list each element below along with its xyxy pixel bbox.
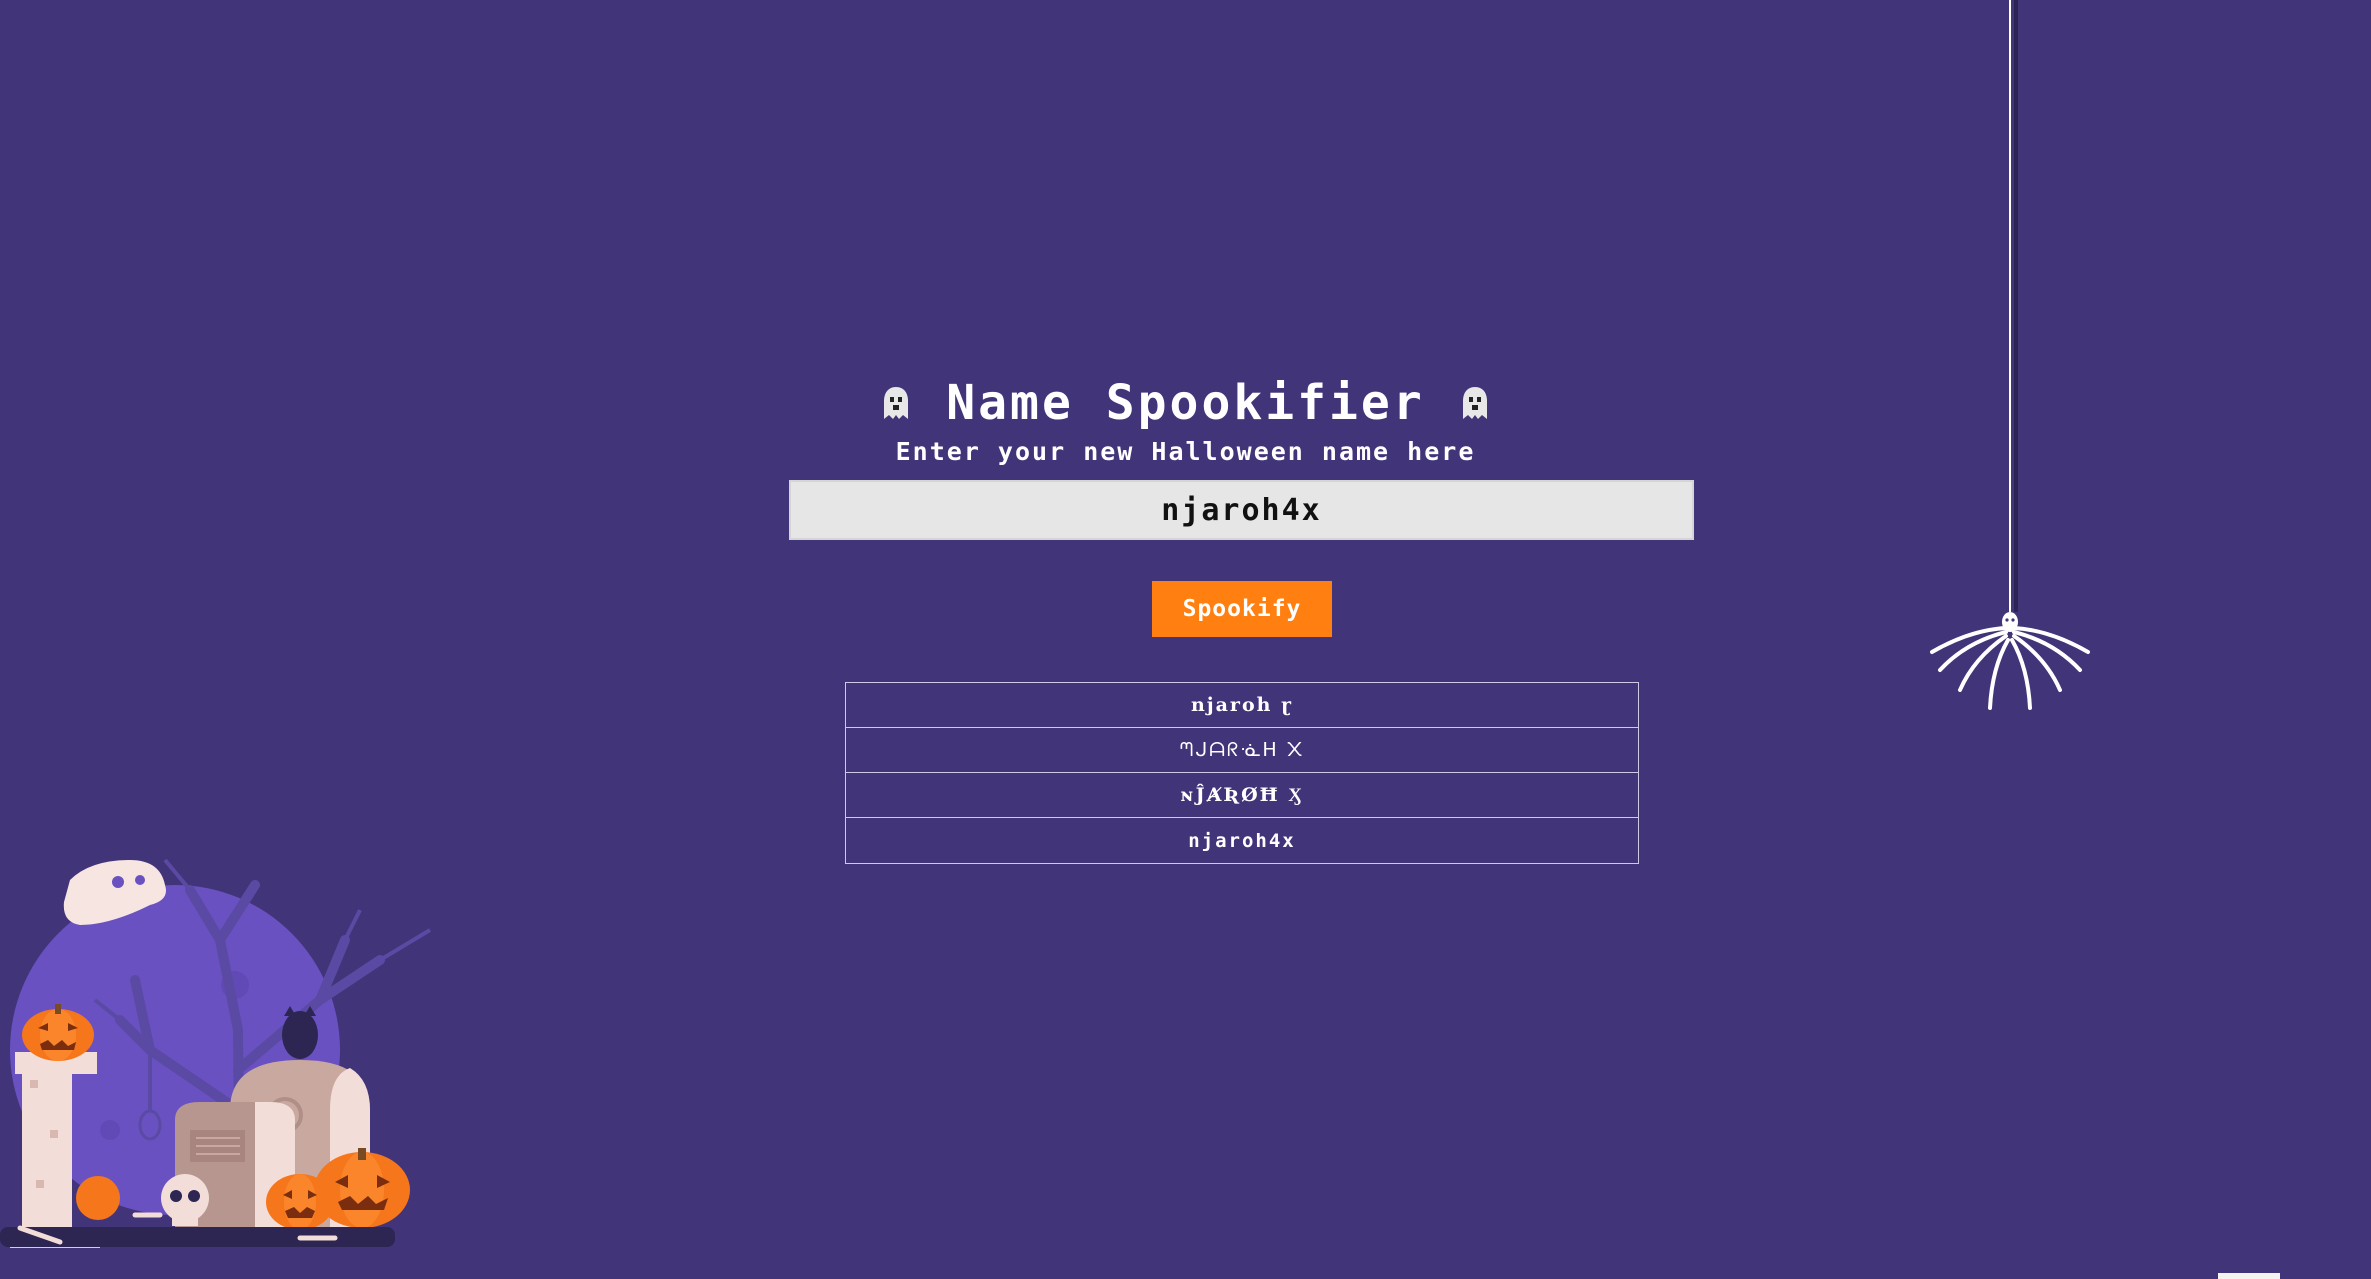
corner-box [2218,1273,2280,1279]
spookify-button[interactable]: Spookify [1152,581,1332,637]
ghost-icon [1462,387,1487,419]
result-row: ɴĴȺƦØĦ Ӽ [846,773,1638,818]
spider-icon [1930,0,2090,710]
result-row: ᘉᒍᗩᖇᓍᕼ ᙭ [846,728,1638,773]
results-table: njaroh ɽ ᘉᒍᗩᖇᓍᕼ ᙭ ɴĴȺƦØĦ Ӽ njaroh4x [845,682,1639,864]
page-title: Name Spookifier [946,375,1425,431]
name-input[interactable] [789,480,1694,540]
graveyard-illustration [0,858,432,1248]
result-row: njaroh ɽ [846,683,1638,728]
ghost-icon [884,387,909,419]
result-row: njaroh4x [1188,829,1296,852]
